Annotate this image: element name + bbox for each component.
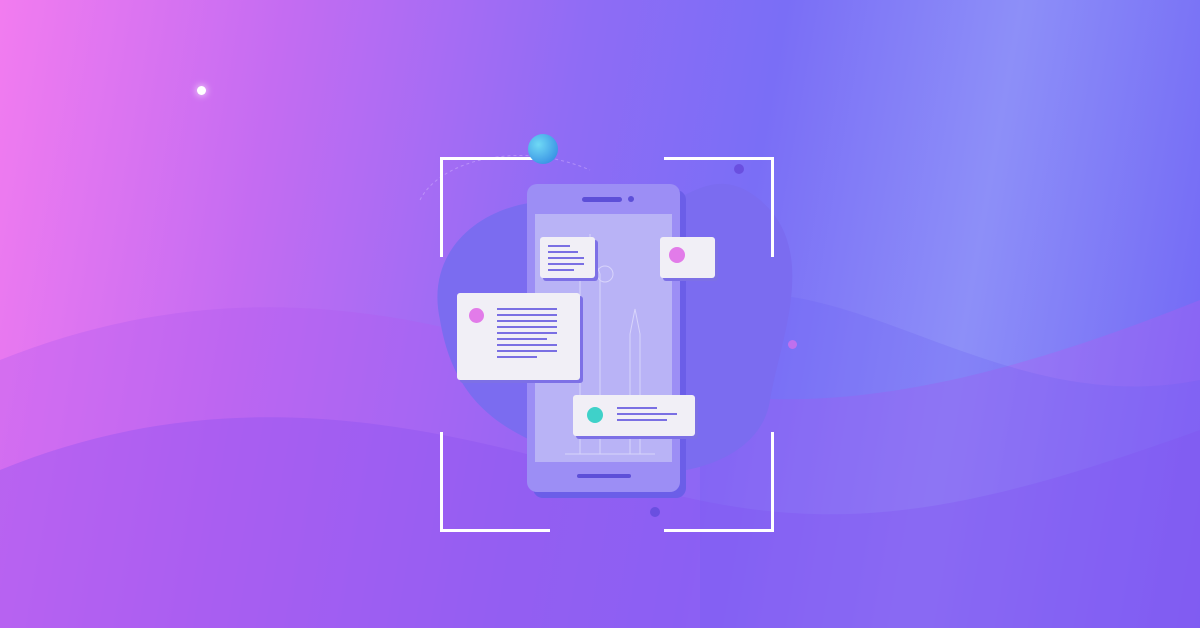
sphere-decoration (528, 134, 558, 164)
scan-frame-bottom-right (664, 432, 774, 532)
profile-card (660, 237, 715, 278)
text-card (540, 237, 595, 278)
user-avatar-icon (669, 247, 685, 263)
purple-dot (788, 340, 797, 349)
phone-speaker (582, 197, 622, 202)
phone-home-bar (577, 474, 631, 478)
checklist-card (457, 293, 580, 380)
user-avatar-icon (587, 407, 603, 423)
checkmark-icon (469, 308, 484, 323)
glow-dot (197, 86, 206, 95)
hero-illustration (0, 0, 1200, 628)
phone-camera (628, 196, 634, 202)
purple-dot (650, 507, 660, 517)
user-message-card (573, 395, 695, 436)
purple-dot (734, 164, 744, 174)
